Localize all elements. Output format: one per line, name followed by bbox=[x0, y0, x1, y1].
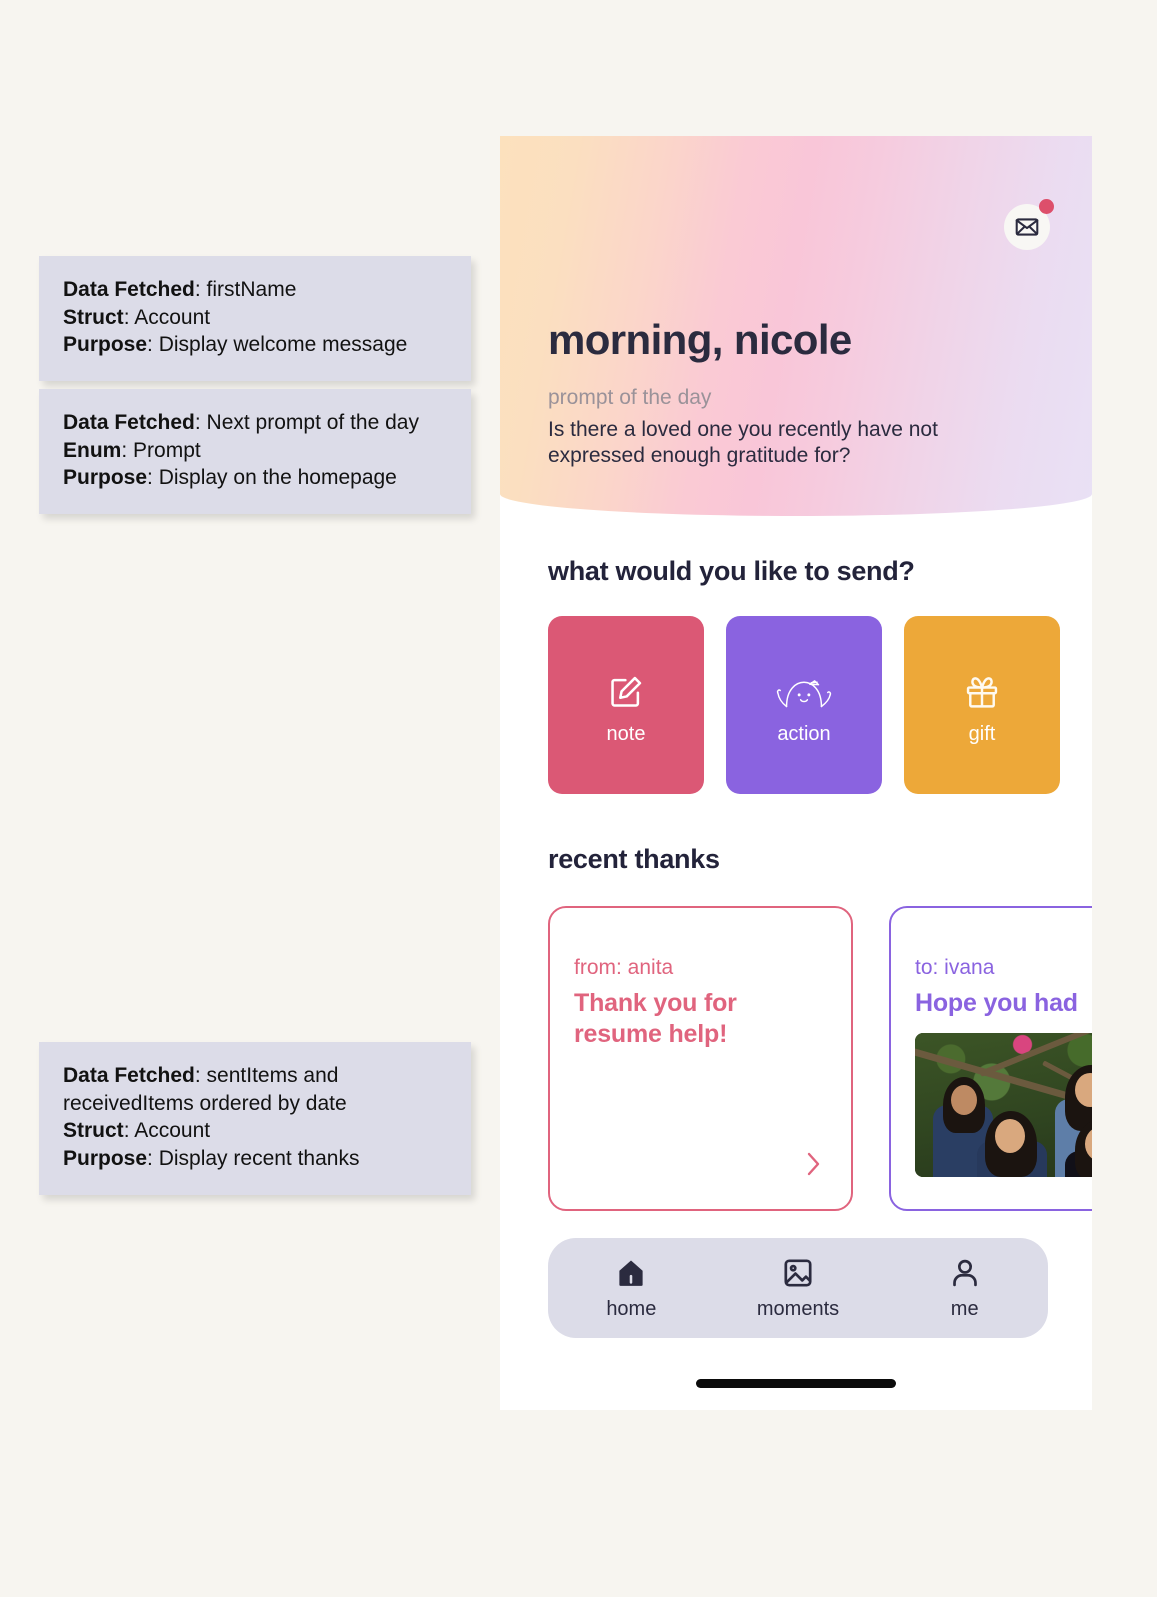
annotation-label: Purpose bbox=[63, 1147, 148, 1171]
thanks-card-message: Thank you for resume help! bbox=[574, 989, 737, 1049]
annotation-row: Purpose: Display welcome message bbox=[63, 333, 408, 357]
annotation-label: Purpose bbox=[63, 466, 148, 490]
annotation-callout: Data Fetched: sentItems and receivedItem… bbox=[39, 1042, 471, 1195]
envelope-icon bbox=[1015, 218, 1039, 236]
happy-blob-icon bbox=[773, 665, 835, 711]
bottom-navigation-bar: home moments me bbox=[548, 1238, 1048, 1338]
annotation-row: Data Fetched: Next prompt of the day bbox=[63, 411, 419, 434]
send-card-gift[interactable]: gift bbox=[904, 616, 1060, 794]
annotation-row: Struct: Account bbox=[63, 305, 211, 329]
annotation-value: Display welcome message bbox=[158, 333, 408, 357]
thanks-card-recipient: from: anita bbox=[574, 956, 674, 979]
home-icon bbox=[619, 1260, 643, 1286]
prompt-label: prompt of the day bbox=[548, 386, 712, 409]
thanks-section-title: recent thanks bbox=[548, 844, 720, 874]
annotation-label: Data Fetched bbox=[63, 278, 195, 301]
prompt-text: Is there a loved one you recently have n… bbox=[548, 418, 938, 468]
nav-item-home[interactable]: home bbox=[548, 1256, 715, 1321]
annotation-value: Display recent thanks bbox=[158, 1147, 360, 1171]
person-icon bbox=[952, 1259, 977, 1286]
thanks-card-message: Hope you had bbox=[915, 989, 1078, 1017]
nav-item-label: me bbox=[950, 1297, 979, 1320]
annotation-row: Struct: Account bbox=[63, 1119, 211, 1143]
thanks-card-recipient: to: ivana bbox=[915, 956, 995, 979]
nav-item-label: moments bbox=[756, 1297, 840, 1320]
annotation-label: Struct bbox=[63, 305, 124, 329]
unread-badge bbox=[1039, 199, 1054, 214]
thanks-card[interactable]: to: ivana Hope you had bbox=[889, 906, 1092, 1211]
annotation-label: Purpose bbox=[63, 333, 148, 357]
annotation-value: Account bbox=[134, 1119, 211, 1143]
annotation-row: Enum: Prompt bbox=[63, 438, 201, 462]
thanks-card-row: from: anita Thank you for resume help! t… bbox=[548, 906, 1092, 1211]
nav-item-moments[interactable]: moments bbox=[715, 1256, 882, 1321]
annotation-label: Data Fetched bbox=[63, 411, 195, 434]
send-card-action[interactable]: action bbox=[726, 616, 882, 794]
annotation-row: Data Fetched: sentItems and receivedItem… bbox=[63, 1064, 347, 1115]
note-pencil-icon bbox=[607, 665, 645, 711]
send-card-label: note bbox=[606, 722, 646, 745]
annotation-row: Purpose: Display recent thanks bbox=[63, 1147, 360, 1171]
chevron-right-icon[interactable] bbox=[803, 1150, 823, 1183]
annotation-value: Account bbox=[134, 305, 211, 329]
gift-icon bbox=[963, 665, 1001, 711]
annotation-callout: Data Fetched: firstName Struct: Account … bbox=[39, 256, 471, 382]
annotation-value: Next prompt of the day bbox=[206, 411, 419, 434]
greeting-title: morning, nicole bbox=[548, 316, 852, 363]
image-icon bbox=[784, 1258, 812, 1287]
nav-item-me[interactable]: me bbox=[881, 1256, 1048, 1321]
thanks-card[interactable]: from: anita Thank you for resume help! bbox=[548, 906, 853, 1211]
annotation-value: Display on the homepage bbox=[158, 466, 397, 490]
phone-mockup: morning, nicole prompt of the day Is the… bbox=[500, 136, 1092, 1410]
screen-root: Data Fetched: firstName Struct: Account … bbox=[0, 0, 1157, 1597]
send-section-title: what would you like to send? bbox=[548, 556, 915, 586]
annotation-label: Enum bbox=[63, 438, 122, 462]
send-card-row: note action gift bbox=[548, 616, 1060, 794]
annotation-label: Data Fetched bbox=[63, 1064, 195, 1087]
annotation-value: firstName bbox=[206, 278, 297, 301]
thanks-card-photo bbox=[915, 1033, 1092, 1178]
home-indicator bbox=[696, 1379, 896, 1388]
nav-item-label: home bbox=[606, 1297, 657, 1320]
annotation-row: Purpose: Display on the homepage bbox=[63, 466, 397, 490]
send-card-label: gift bbox=[968, 722, 996, 745]
annotation-row: Data Fetched: firstName bbox=[63, 278, 297, 301]
annotation-label: Struct bbox=[63, 1119, 124, 1143]
send-card-note[interactable]: note bbox=[548, 616, 704, 794]
annotation-value: Prompt bbox=[133, 438, 201, 462]
annotation-callout: Data Fetched: Next prompt of the day Enu… bbox=[39, 389, 471, 515]
send-card-label: action bbox=[777, 722, 831, 745]
